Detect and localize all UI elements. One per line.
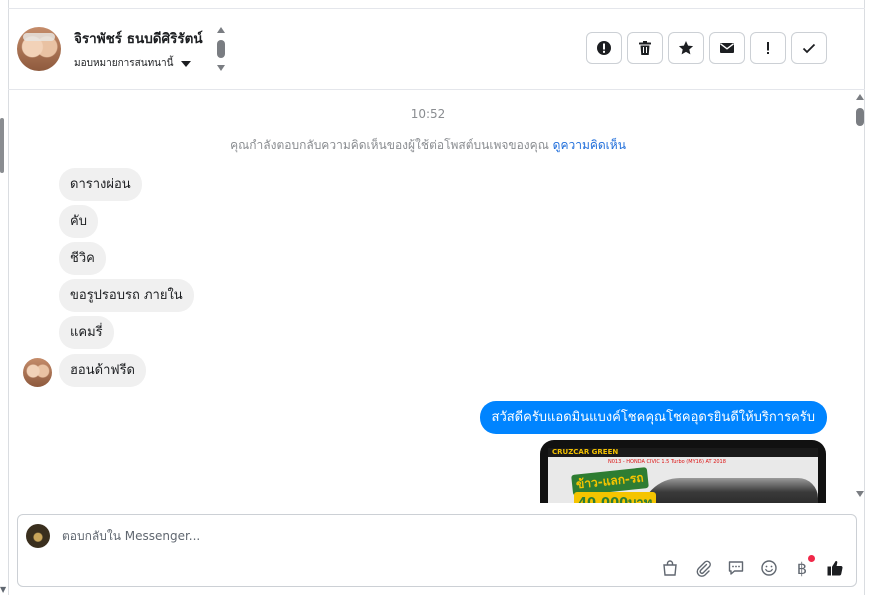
- outer-scroll-down-icon[interactable]: ▼: [0, 585, 6, 594]
- view-comment-link[interactable]: ดูความคิดเห็น: [553, 138, 626, 152]
- contact-avatar[interactable]: [17, 27, 61, 71]
- outgoing-message[interactable]: สวัสดีครับแอดมินแบงค์โชคคุณโชคอุดรยินดีใ…: [479, 401, 827, 434]
- message-thread[interactable]: 10:52 คุณกำลังตอบกลับความคิดเห็นของผู้ใช…: [8, 90, 865, 503]
- mark-done-button[interactable]: [791, 32, 827, 64]
- checkmark-icon: [802, 43, 816, 54]
- payment-button[interactable]: ฿: [791, 555, 815, 579]
- scroll-up-icon[interactable]: [217, 27, 225, 33]
- trash-icon: [639, 41, 651, 55]
- star-icon: [678, 41, 694, 55]
- sender-avatar[interactable]: [23, 358, 52, 387]
- attach-button[interactable]: [692, 557, 714, 579]
- comment-reply-notice: คุณกำลังตอบกลับความคิดเห็นของผู้ใช้ต่อโพ…: [8, 136, 848, 155]
- contact-name[interactable]: จิราพัชร์ ธนบดีศิริรัตน์: [74, 27, 203, 49]
- thumbs-up-icon: [827, 561, 843, 576]
- promo-image: CRUZCAR GREEN N013 - HONDA CIVIC 1.5 Tur…: [548, 448, 818, 503]
- image-attachment[interactable]: CRUZCAR GREEN N013 - HONDA CIVIC 1.5 Tur…: [540, 440, 826, 503]
- incoming-message[interactable]: แคมรี่: [59, 316, 114, 349]
- spam-button[interactable]: [586, 32, 622, 64]
- composer-toolbar: ฿: [659, 555, 846, 579]
- image-subtitle: N013 - HONDA CIVIC 1.5 Turbo (MY16) AT 2…: [608, 459, 726, 465]
- reply-input[interactable]: [62, 525, 622, 547]
- scroll-up-icon[interactable]: [856, 94, 864, 100]
- emoji-icon: [761, 560, 777, 576]
- scroll-down-icon[interactable]: [217, 65, 225, 71]
- shopping-bag-icon: [663, 560, 677, 576]
- incoming-message[interactable]: ดารางผ่อน: [59, 168, 142, 201]
- envelope-icon: [720, 43, 734, 53]
- conversation-actions: [586, 32, 827, 64]
- incoming-message[interactable]: ฮอนด้าฟรีด: [59, 354, 146, 387]
- saved-reply-icon: [728, 561, 744, 575]
- notification-dot: [808, 555, 815, 562]
- assign-conversation-dropdown[interactable]: มอบหมายการสนทนานี้: [74, 56, 192, 71]
- emoji-button[interactable]: [758, 557, 780, 579]
- scroll-down-icon[interactable]: [856, 491, 864, 497]
- image-header-text: CRUZCAR GREEN: [548, 448, 818, 457]
- shopping-bag-button[interactable]: [659, 557, 681, 579]
- incoming-message[interactable]: คับ: [59, 205, 98, 238]
- incoming-message[interactable]: ขอรูปรอบรถ ภายใน: [59, 279, 194, 312]
- assign-label: มอบหมายการสนทนานี้: [74, 58, 174, 69]
- incoming-message[interactable]: ชีวิค: [59, 242, 106, 275]
- conversation-header: จิราพัชร์ ธนบดีศิริรัตน์ มอบหมายการสนทนา…: [8, 9, 865, 90]
- promo-amount: 40,000บาท: [574, 492, 657, 503]
- page-avatar: [26, 524, 50, 548]
- reply-composer: ฿: [17, 514, 857, 587]
- like-button[interactable]: [824, 557, 846, 579]
- scrollbar-thumb[interactable]: [856, 108, 864, 126]
- paperclip-icon: [696, 560, 711, 577]
- scrollbar-thumb[interactable]: [217, 40, 225, 58]
- alert-circle-icon: [597, 41, 611, 55]
- message-timestamp: 10:52: [410, 107, 446, 121]
- car-graphic: [640, 478, 818, 503]
- chevron-down-icon: [181, 60, 192, 67]
- follow-up-button[interactable]: [750, 32, 786, 64]
- notice-text: คุณกำลังตอบกลับความคิดเห็นของผู้ใช้ต่อโพ…: [230, 138, 549, 152]
- outer-scrollbar-thumb[interactable]: [0, 118, 4, 173]
- mark-unread-button[interactable]: [709, 32, 745, 64]
- saved-replies-button[interactable]: [725, 557, 747, 579]
- star-button[interactable]: [668, 32, 704, 64]
- delete-button[interactable]: [627, 32, 663, 64]
- header-scrollbar[interactable]: [216, 27, 226, 73]
- baht-payment-icon: ฿: [796, 558, 808, 578]
- thread-scrollbar[interactable]: [856, 94, 865, 499]
- exclamation-icon: [767, 42, 769, 54]
